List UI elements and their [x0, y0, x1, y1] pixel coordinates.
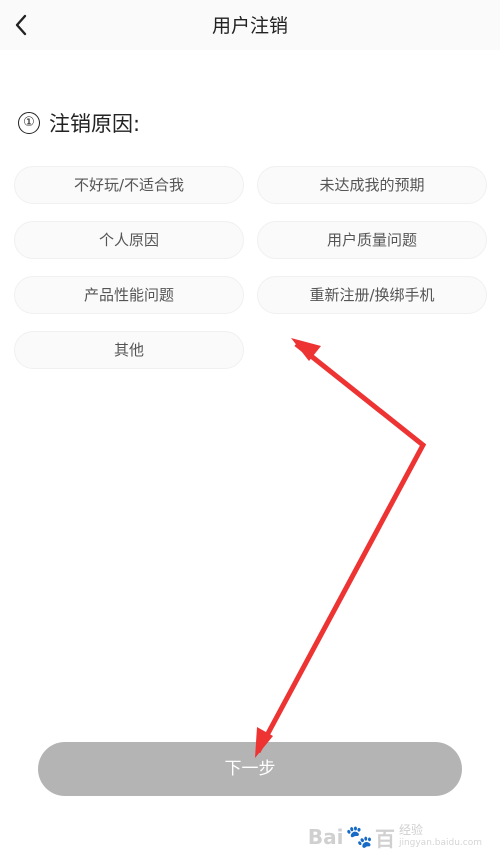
paw-icon: 🐾 [345, 824, 373, 850]
reason-option-re-register[interactable]: 重新注册/换绑手机 [257, 276, 487, 314]
watermark-subtitle: 经验 jingyan.baidu.com [399, 824, 482, 850]
reason-option-not-fun[interactable]: 不好玩/不适合我 [14, 166, 244, 204]
watermark: Bai 🐾 百 经验 jingyan.baidu.com [308, 818, 482, 856]
reason-option-performance[interactable]: 产品性能问题 [14, 276, 244, 314]
navigation-bar: 用户注销 [0, 0, 500, 50]
step-number: ① [18, 112, 40, 134]
reason-option-personal[interactable]: 个人原因 [14, 221, 244, 259]
watermark-cn: 经验 [398, 823, 423, 837]
annotation-arrow-line [255, 342, 427, 754]
watermark-logo-tail: 百 [374, 826, 395, 851]
reason-option-not-expected[interactable]: 未达成我的预期 [257, 166, 487, 204]
section-label: 注销原因: [49, 112, 141, 136]
page-title: 用户注销 [211, 15, 288, 37]
next-step-button[interactable]: 下一步 [38, 742, 462, 796]
watermark-url: jingyan.baidu.com [398, 838, 482, 848]
annotation-arrowhead-top [291, 338, 321, 361]
watermark-logo: Bai [307, 825, 344, 849]
reason-option-user-quality[interactable]: 用户质量问题 [257, 221, 487, 259]
section-header: ① 注销原因: [18, 108, 140, 138]
reason-option-other[interactable]: 其他 [14, 331, 244, 369]
